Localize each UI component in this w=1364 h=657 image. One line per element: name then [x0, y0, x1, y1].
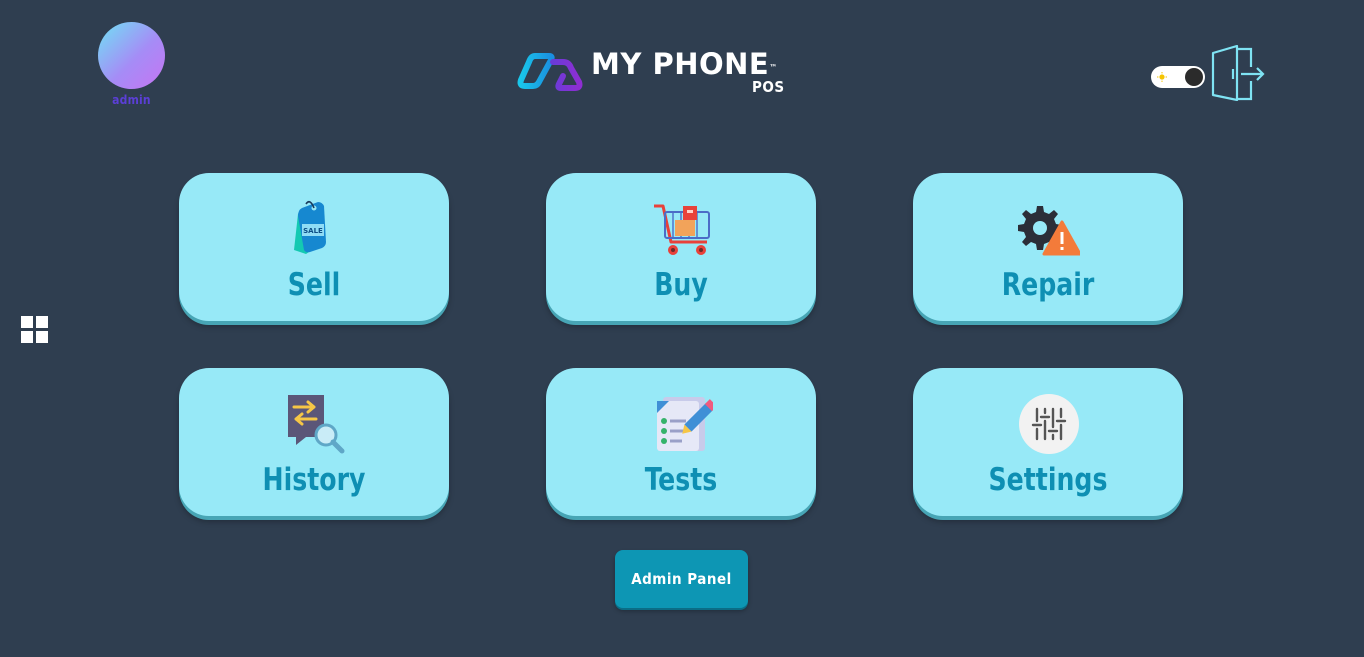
checklist-pencil-icon — [657, 397, 713, 451]
tile-tests-label: Tests — [644, 460, 718, 498]
admin-panel-button[interactable]: Admin Panel — [615, 550, 748, 608]
sun-icon — [1157, 72, 1167, 82]
avatar[interactable] — [98, 22, 165, 89]
gear-warning-icon — [1018, 206, 1080, 256]
username-label: admin — [112, 93, 151, 107]
app-logo: MY PHONE™ POS — [515, 46, 800, 98]
tile-history[interactable]: History — [179, 368, 449, 516]
logo-mark-icon — [517, 53, 583, 91]
tile-settings[interactable]: Settings — [913, 368, 1183, 516]
logo-title: MY PHONE™ — [591, 47, 778, 81]
logout-door-icon[interactable] — [1211, 45, 1267, 101]
tile-tests[interactable]: Tests — [546, 368, 816, 516]
tile-history-label: History — [262, 460, 366, 498]
sale-tag-icon: SALE — [294, 200, 326, 254]
grid-icon[interactable] — [21, 316, 48, 343]
shopping-cart-icon — [654, 204, 710, 255]
theme-toggle[interactable] — [1151, 66, 1205, 88]
logo-subtitle: POS — [752, 78, 785, 96]
svg-text:SALE: SALE — [303, 227, 323, 235]
history-search-icon — [288, 395, 345, 454]
tile-sell-label: Sell — [287, 265, 341, 303]
tile-repair[interactable]: Repair — [913, 173, 1183, 321]
tile-buy[interactable]: Buy — [546, 173, 816, 321]
sliders-icon — [1019, 394, 1079, 454]
toggle-knob — [1185, 68, 1203, 86]
tile-settings-label: Settings — [988, 460, 1108, 498]
tile-sell[interactable]: SALE Sell — [179, 173, 449, 321]
tile-repair-label: Repair — [1001, 265, 1095, 303]
tile-buy-label: Buy — [654, 265, 708, 303]
